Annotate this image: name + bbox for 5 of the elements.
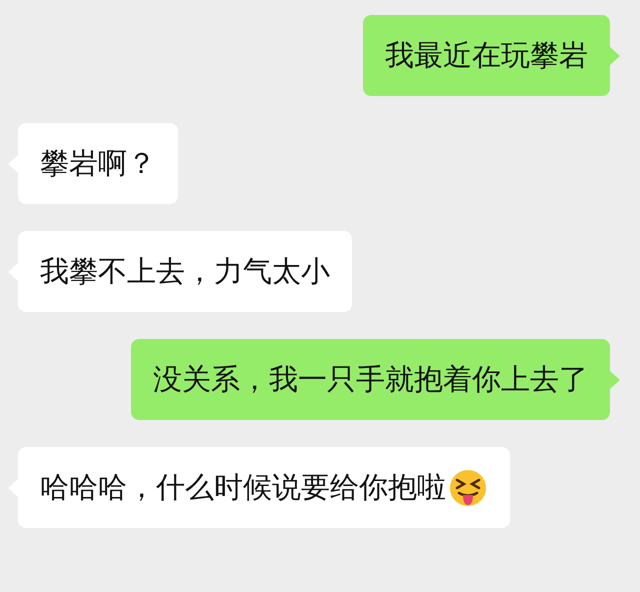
message-text: 我最近在玩攀岩 <box>385 36 588 74</box>
message-text: 攀岩啊？ <box>40 144 156 182</box>
message-text: 我攀不上去，力气太小 <box>40 252 330 290</box>
message-text: 没关系，我一只手就抱着你上去了 <box>153 360 588 398</box>
message-text: 哈哈哈，什么时候说要给你抱啦 <box>40 468 446 506</box>
